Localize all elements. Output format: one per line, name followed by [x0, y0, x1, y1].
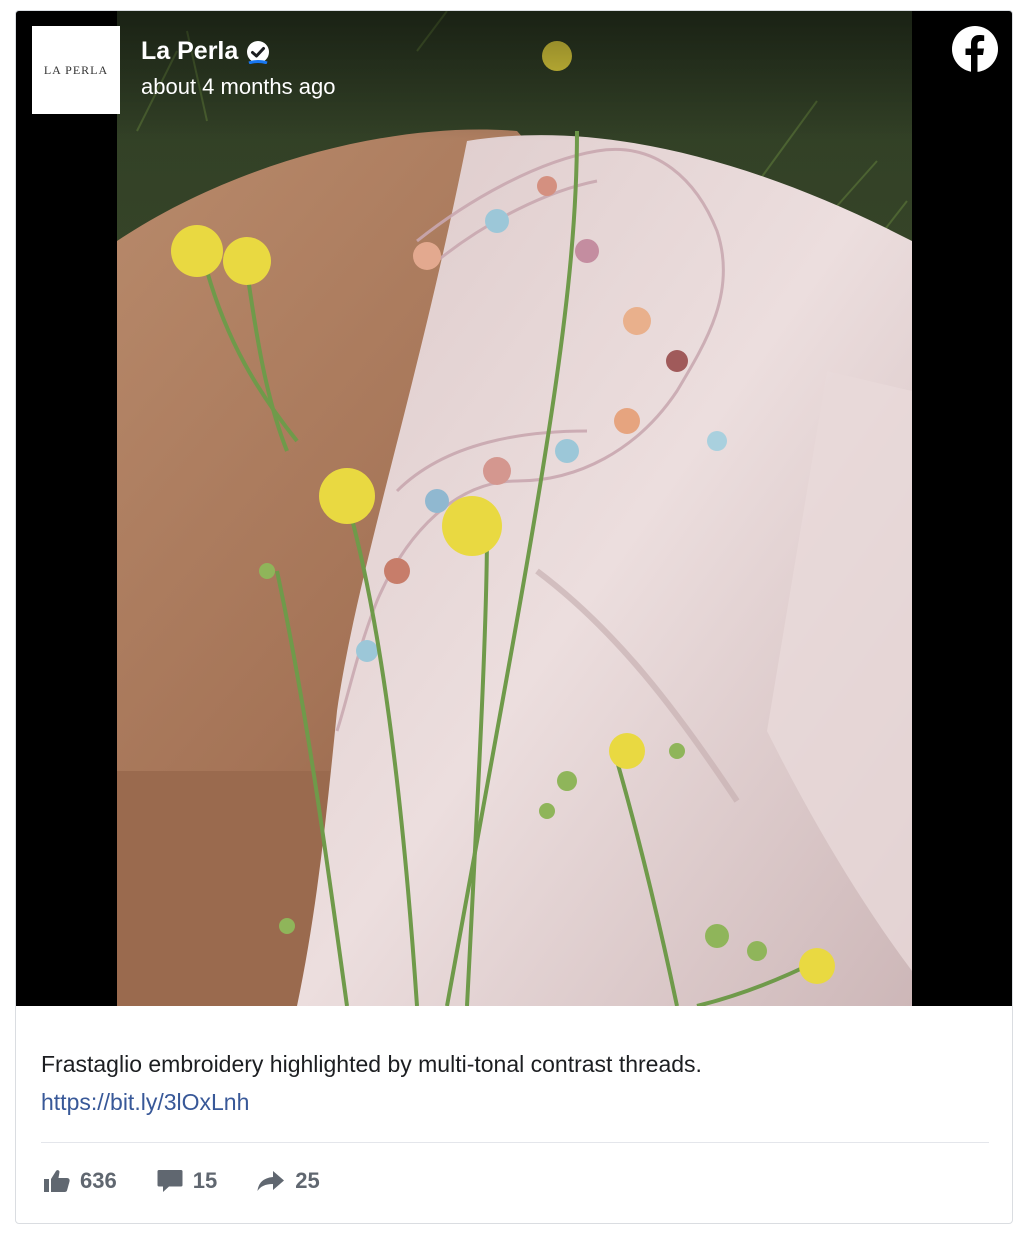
comments-stat[interactable]: 15: [157, 1168, 217, 1194]
share-arrow-icon: [257, 1171, 285, 1191]
comment-bubble-icon: [157, 1170, 183, 1192]
engagement-stats: 636 15 25: [44, 1168, 360, 1194]
avatar-logo-text: LA PERLA: [43, 62, 109, 77]
divider: [41, 1142, 989, 1143]
caption-link[interactable]: https://bit.ly/3lOxLnh: [41, 1083, 981, 1121]
thumbs-up-icon: [44, 1170, 70, 1192]
shares-count: 25: [295, 1168, 320, 1193]
post-photo[interactable]: [117, 11, 912, 1006]
caption-text: Frastaglio embroidery highlighted by mul…: [41, 1051, 702, 1077]
likes-stat[interactable]: 636: [44, 1168, 117, 1194]
post-timestamp[interactable]: about 4 months ago: [141, 74, 335, 100]
post-caption: Frastaglio embroidery highlighted by mul…: [41, 1045, 981, 1121]
photo-illustration: [117, 11, 912, 1006]
verified-badge-icon: [246, 40, 270, 64]
shares-stat[interactable]: 25: [257, 1168, 320, 1194]
page-name[interactable]: La Perla: [141, 37, 238, 66]
facebook-post-card: LA PERLA La Perla about 4 months ago Fra…: [15, 10, 1013, 1224]
page-avatar[interactable]: LA PERLA: [32, 26, 120, 114]
page-name-row: La Perla: [141, 37, 270, 66]
comments-count: 15: [192, 1168, 218, 1193]
post-media[interactable]: LA PERLA La Perla about 4 months ago: [16, 11, 1012, 1006]
facebook-logo-icon[interactable]: [952, 26, 998, 72]
likes-count: 636: [80, 1168, 117, 1193]
